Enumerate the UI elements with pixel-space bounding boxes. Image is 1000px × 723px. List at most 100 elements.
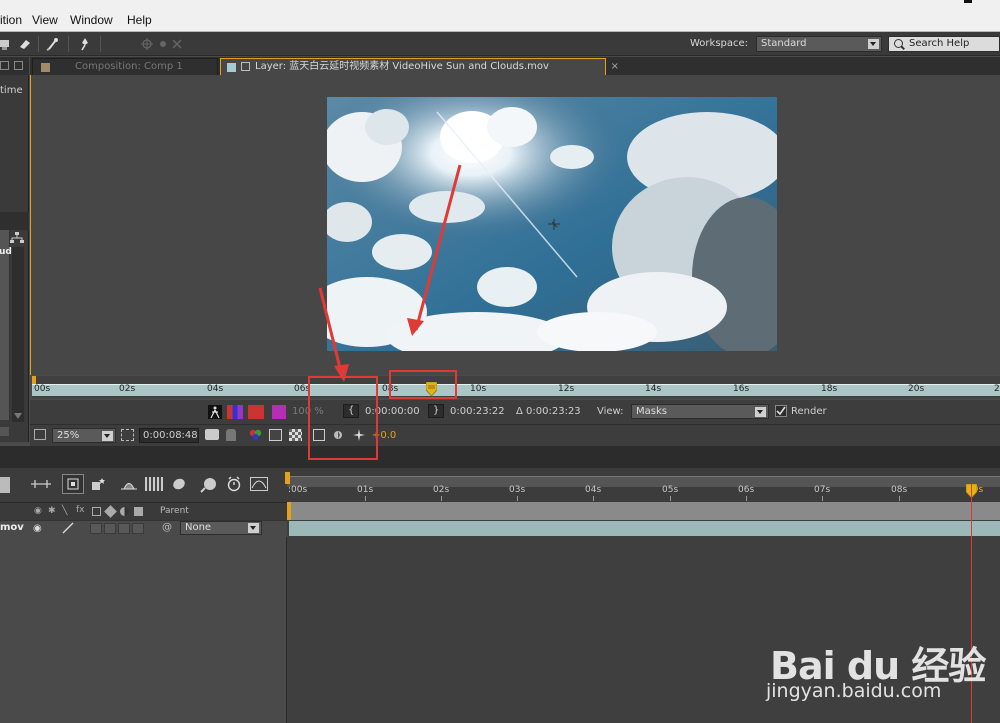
snapshot-run-icon[interactable] (208, 405, 222, 419)
project-info-label: time (0, 85, 23, 96)
timeline-tick-label: 04s (585, 485, 602, 495)
ruler-tick-label: 04s (207, 384, 224, 394)
out-point-time[interactable]: 0:00:23:22 (450, 406, 505, 417)
3d-layer-header-icon (134, 507, 143, 516)
panel-menu-icon[interactable] (0, 61, 9, 70)
menu-item-help[interactable]: Help (127, 13, 152, 27)
graph-editor-icon[interactable] (250, 477, 268, 491)
work-area-bar[interactable] (287, 502, 1000, 520)
auto-keyframe-icon[interactable] (226, 476, 242, 492)
pick-whip-icon[interactable]: @ (162, 522, 172, 533)
frame-blending-icon[interactable] (145, 477, 163, 491)
magnification-dropdown[interactable]: 25% (52, 428, 116, 443)
hide-shy-layers-icon[interactable] (120, 478, 138, 490)
show-channel-icon[interactable] (227, 405, 243, 419)
switch-box[interactable] (104, 523, 116, 534)
layer-time-ruler[interactable]: 00s 02s 04s 06s 08s 10s 12s 14s 16s 18s … (32, 376, 1000, 398)
switch-box[interactable] (90, 523, 102, 534)
axis-mode-local-icon[interactable] (140, 37, 154, 51)
scrollbar[interactable] (12, 247, 24, 422)
switch-box[interactable] (132, 523, 144, 534)
channel-icon[interactable] (249, 429, 262, 441)
current-time-field[interactable]: 0:00:08:48 (139, 428, 199, 443)
tab-layer[interactable]: Layer: 蓝天白云延时视频素材 VideoHive Sun and Clou… (220, 58, 619, 75)
menu-item-window[interactable]: Window (70, 13, 113, 27)
grid-icon[interactable] (269, 429, 282, 441)
quality-slash-icon[interactable] (62, 522, 74, 534)
parent-dropdown[interactable]: None (180, 521, 262, 535)
timeline-tick-label: 03s (509, 485, 526, 495)
project-panel-tab[interactable] (0, 57, 29, 75)
switch-box[interactable] (118, 523, 130, 534)
toolbar-divider (68, 36, 69, 52)
layer-name[interactable]: mov (0, 522, 24, 533)
lock-icon[interactable] (241, 62, 250, 71)
panel-button[interactable] (0, 427, 9, 436)
in-point-marker[interactable] (32, 376, 36, 384)
scroll-down-icon[interactable] (14, 413, 22, 419)
search-help-field[interactable]: Search Help (888, 36, 1000, 52)
composition-mini-flowchart-icon[interactable] (30, 478, 52, 490)
watermark-url: jingyan.baidu.com (766, 680, 942, 702)
tab-composition[interactable]: Composition: Comp 1 (32, 58, 218, 75)
magnification-value: 25% (57, 430, 80, 441)
timeline-switches-bar (0, 468, 287, 502)
layer-row[interactable]: mov ◉ @ None (0, 520, 287, 536)
window-control-icon[interactable] (964, 0, 972, 3)
region-of-interest-icon[interactable] (121, 429, 134, 441)
switch-header-icon: ✱ (48, 506, 56, 516)
workspace-dropdown[interactable]: Standard (756, 36, 882, 52)
menu-item-composition[interactable]: ition (0, 13, 22, 27)
draft-3d-icon[interactable] (90, 477, 106, 491)
ruler-tick-label: 16s (733, 384, 750, 394)
time-ruler-strip[interactable] (32, 384, 1000, 396)
ruler-tick (593, 496, 594, 501)
mask-color-swatch[interactable] (272, 405, 286, 419)
eye-visibility-icon[interactable]: ◉ (33, 523, 42, 534)
layer-duration-bar[interactable] (289, 521, 1000, 536)
ruler-tick (746, 496, 747, 501)
render-checkbox[interactable] (775, 405, 787, 417)
project-item-label[interactable]: ud (0, 247, 12, 257)
panel-menu-icon[interactable] (14, 61, 23, 70)
puppet-pin-tool-icon[interactable] (78, 37, 92, 51)
ruler-tick-label: 00s (34, 384, 51, 394)
close-icon[interactable]: × (611, 59, 619, 75)
toolbar-divider (100, 36, 101, 52)
show-snapshot-icon[interactable] (226, 429, 236, 441)
flowchart-icon[interactable] (10, 232, 24, 244)
search-icon (894, 39, 903, 48)
always-preview-icon[interactable] (34, 429, 46, 440)
timeline-time-ruler[interactable]: :00s 01s 02s 03s 04s 05s 06s 07s 08s 09s (285, 468, 1000, 502)
live-update-icon[interactable] (62, 474, 84, 494)
ruler-tick-label: 02s (119, 384, 136, 394)
menu-item-view[interactable]: View (32, 13, 58, 27)
work-area-start[interactable] (285, 472, 290, 484)
panel-gutter (0, 446, 1000, 468)
timeline-tick-label: 08s (891, 485, 908, 495)
roto-brush-tool-icon[interactable] (46, 37, 60, 51)
brainstorm-icon[interactable] (200, 476, 218, 494)
transparency-grid-icon[interactable] (289, 429, 302, 441)
camera-snapshot-icon[interactable] (205, 429, 219, 440)
timeline-search-field[interactable] (0, 477, 10, 493)
eraser-tool-icon[interactable] (18, 37, 32, 51)
timeline-tick-label: 01s (357, 485, 374, 495)
axis-mode-world-icon[interactable] (156, 37, 170, 51)
timeline-tick-label: 06s (738, 485, 755, 495)
layer-columns-header: ◉ ✱ ╲ fx Parent (0, 502, 287, 520)
ruler-tick (365, 496, 366, 501)
view-value: Masks (636, 406, 667, 417)
adjustment-header-icon (120, 507, 129, 516)
ruler-tick (517, 496, 518, 501)
set-out-point-button[interactable]: } (428, 404, 444, 418)
motion-blur-icon[interactable] (170, 477, 186, 491)
view-dropdown[interactable]: Masks (631, 404, 769, 419)
stabilize-icon[interactable] (248, 405, 264, 419)
composition-swatch-icon (41, 63, 50, 72)
work-area-start-handle[interactable] (287, 502, 291, 520)
axis-mode-view-icon[interactable] (170, 37, 184, 51)
tab-layer-label: Layer: 蓝天白云延时视频素材 VideoHive Sun and Clou… (255, 61, 549, 72)
duration-time: Δ 0:00:23:23 (516, 406, 581, 417)
stamp-tool-icon[interactable] (0, 37, 12, 51)
